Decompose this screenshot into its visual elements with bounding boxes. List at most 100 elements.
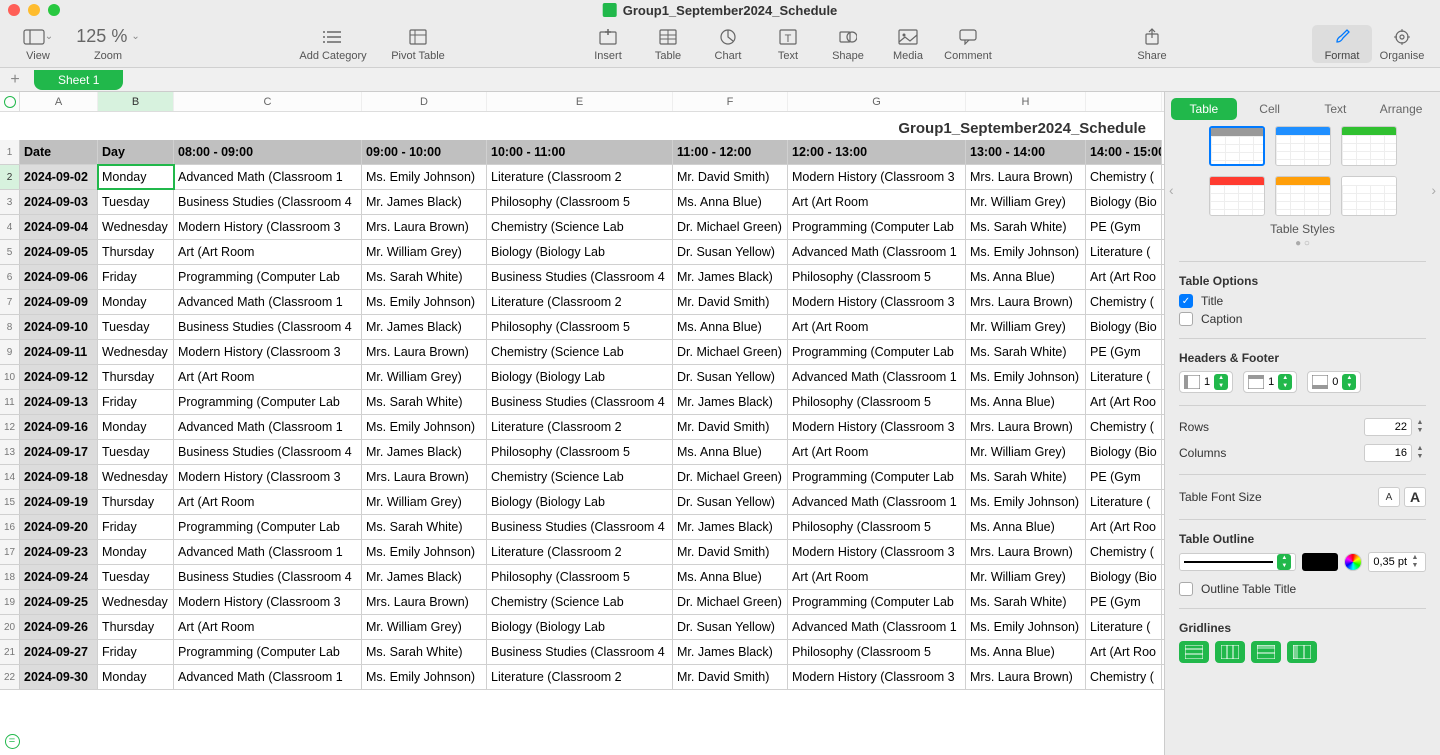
- table-cell[interactable]: Ms. Emily Johnson): [362, 665, 487, 689]
- table-cell[interactable]: Ms. Anna Blue): [966, 390, 1086, 414]
- table-cell[interactable]: 2024-09-05: [20, 240, 98, 264]
- table-cell[interactable]: Art (Art Roo: [1086, 515, 1162, 539]
- text-button[interactable]: T Text: [758, 26, 818, 62]
- table-cell[interactable]: Mr. William Grey): [966, 440, 1086, 464]
- table-cell[interactable]: Business Studies (Classroom 4: [487, 640, 673, 664]
- table-cell[interactable]: Chemistry (Science Lab: [487, 465, 673, 489]
- chart-button[interactable]: Chart: [698, 26, 758, 62]
- col-header-e[interactable]: E: [487, 92, 673, 111]
- zoom-select[interactable]: 125 % ⌄ Zoom: [68, 26, 148, 62]
- table-cell[interactable]: Programming (Computer Lab: [174, 265, 362, 289]
- table-cell[interactable]: Tuesday: [98, 315, 174, 339]
- table-cell[interactable]: Dr. Michael Green): [673, 590, 788, 614]
- table-cell[interactable]: Business Studies (Classroom 4: [174, 315, 362, 339]
- row-header[interactable]: 4: [0, 215, 20, 239]
- table-cell[interactable]: Programming (Computer Lab: [174, 515, 362, 539]
- table-cell[interactable]: Art (Art Room: [174, 490, 362, 514]
- table-cell[interactable]: Art (Art Room: [788, 440, 966, 464]
- table-header-cell[interactable]: 09:00 - 10:00: [362, 140, 487, 164]
- table-cell[interactable]: 2024-09-13: [20, 390, 98, 414]
- table-cell[interactable]: Literature (Classroom 2: [487, 665, 673, 689]
- table-cell[interactable]: Modern History (Classroom 3: [174, 590, 362, 614]
- table-cell[interactable]: 2024-09-10: [20, 315, 98, 339]
- table-cell[interactable]: Dr. Susan Yellow): [673, 365, 788, 389]
- table-cell[interactable]: Advanced Math (Classroom 1: [788, 490, 966, 514]
- col-header-g[interactable]: G: [788, 92, 966, 111]
- view-button[interactable]: ⌄ View: [8, 26, 68, 62]
- organise-button[interactable]: Organise: [1372, 26, 1432, 62]
- table-cell[interactable]: Monday: [98, 165, 174, 189]
- table-cell[interactable]: Art (Art Roo: [1086, 640, 1162, 664]
- table-cell[interactable]: Art (Art Room: [174, 615, 362, 639]
- header-rows-stepper[interactable]: 1 ▲▼: [1243, 371, 1297, 393]
- inspector-tab-arrange[interactable]: Arrange: [1368, 98, 1434, 120]
- row-header[interactable]: 20: [0, 615, 20, 639]
- table-cell[interactable]: Ms. Emily Johnson): [966, 365, 1086, 389]
- table-cell[interactable]: Monday: [98, 290, 174, 314]
- gridlines-header-h-button[interactable]: [1251, 641, 1281, 663]
- caption-checkbox[interactable]: [1179, 312, 1193, 326]
- row-header[interactable]: 19: [0, 590, 20, 614]
- table-cell[interactable]: Mrs. Laura Brown): [362, 590, 487, 614]
- table-cell[interactable]: Wednesday: [98, 590, 174, 614]
- table-cell[interactable]: Programming (Computer Lab: [174, 390, 362, 414]
- table-cell[interactable]: Mr. William Grey): [362, 240, 487, 264]
- cols-stepper[interactable]: ▲▼: [1414, 445, 1426, 461]
- font-smaller-button[interactable]: A: [1378, 487, 1400, 507]
- table-cell[interactable]: Ms. Emily Johnson): [966, 240, 1086, 264]
- table-cell[interactable]: Tuesday: [98, 440, 174, 464]
- table-cell[interactable]: Thursday: [98, 240, 174, 264]
- table-cell[interactable]: 2024-09-02: [20, 165, 98, 189]
- table-cell[interactable]: Business Studies (Classroom 4: [487, 265, 673, 289]
- sheet-area[interactable]: A B C D E F G H Group1_September2024_Sch…: [0, 92, 1164, 755]
- gridlines-h-button[interactable]: [1179, 641, 1209, 663]
- col-header-b[interactable]: B: [98, 92, 174, 111]
- table-cell[interactable]: Mrs. Laura Brown): [966, 165, 1086, 189]
- table-cell[interactable]: Dr. Susan Yellow): [673, 615, 788, 639]
- table-cell[interactable]: Dr. Michael Green): [673, 340, 788, 364]
- table-cell[interactable]: 2024-09-03: [20, 190, 98, 214]
- table-cell[interactable]: Mr. William Grey): [966, 315, 1086, 339]
- share-button[interactable]: Share: [1122, 26, 1182, 62]
- table-cell[interactable]: Ms. Anna Blue): [673, 315, 788, 339]
- table-cell[interactable]: Programming (Computer Lab: [788, 465, 966, 489]
- comment-button[interactable]: Comment: [938, 26, 998, 62]
- table-cell[interactable]: Modern History (Classroom 3: [174, 340, 362, 364]
- table-cell[interactable]: Literature (Classroom 2: [487, 290, 673, 314]
- table-cell[interactable]: Philosophy (Classroom 5: [487, 190, 673, 214]
- row-header[interactable]: 2: [0, 165, 20, 189]
- table-cell[interactable]: Monday: [98, 540, 174, 564]
- row-header[interactable]: 7: [0, 290, 20, 314]
- table-cell[interactable]: Art (Art Roo: [1086, 265, 1162, 289]
- row-header[interactable]: 11: [0, 390, 20, 414]
- table-cell[interactable]: Literature (Classroom 2: [487, 540, 673, 564]
- table-cell[interactable]: Chemistry (: [1086, 290, 1162, 314]
- table-cell[interactable]: Dr. Susan Yellow): [673, 490, 788, 514]
- table-header-cell[interactable]: 14:00 - 15:00: [1086, 140, 1162, 164]
- table-cell[interactable]: Art (Art Roo: [1086, 390, 1162, 414]
- table-cell[interactable]: Friday: [98, 640, 174, 664]
- outline-color-swatch[interactable]: [1302, 553, 1338, 571]
- table-cell[interactable]: Mr. James Black): [673, 390, 788, 414]
- table-cell[interactable]: Modern History (Classroom 3: [788, 665, 966, 689]
- table-cell[interactable]: Biology (Bio: [1086, 565, 1162, 589]
- table-cell[interactable]: Literature (Classroom 2: [487, 165, 673, 189]
- table-cell[interactable]: Friday: [98, 265, 174, 289]
- table-cell[interactable]: Art (Art Room: [788, 565, 966, 589]
- table-cell[interactable]: Thursday: [98, 490, 174, 514]
- gridlines-v-button[interactable]: [1215, 641, 1245, 663]
- row-header[interactable]: 21: [0, 640, 20, 664]
- row-header[interactable]: 18: [0, 565, 20, 589]
- table-cell[interactable]: Ms. Emily Johnson): [362, 415, 487, 439]
- table-header-cell[interactable]: 10:00 - 11:00: [487, 140, 673, 164]
- table-cell[interactable]: Ms. Anna Blue): [966, 515, 1086, 539]
- table-cell[interactable]: Philosophy (Classroom 5: [788, 640, 966, 664]
- table-header-cell[interactable]: 12:00 - 13:00: [788, 140, 966, 164]
- table-cell[interactable]: Wednesday: [98, 215, 174, 239]
- table-cell[interactable]: Tuesday: [98, 190, 174, 214]
- table-cell[interactable]: Programming (Computer Lab: [174, 640, 362, 664]
- table-cell[interactable]: Philosophy (Classroom 5: [487, 565, 673, 589]
- insert-button[interactable]: Insert: [578, 26, 638, 62]
- table-cell[interactable]: Ms. Anna Blue): [673, 190, 788, 214]
- table-cell[interactable]: 2024-09-04: [20, 215, 98, 239]
